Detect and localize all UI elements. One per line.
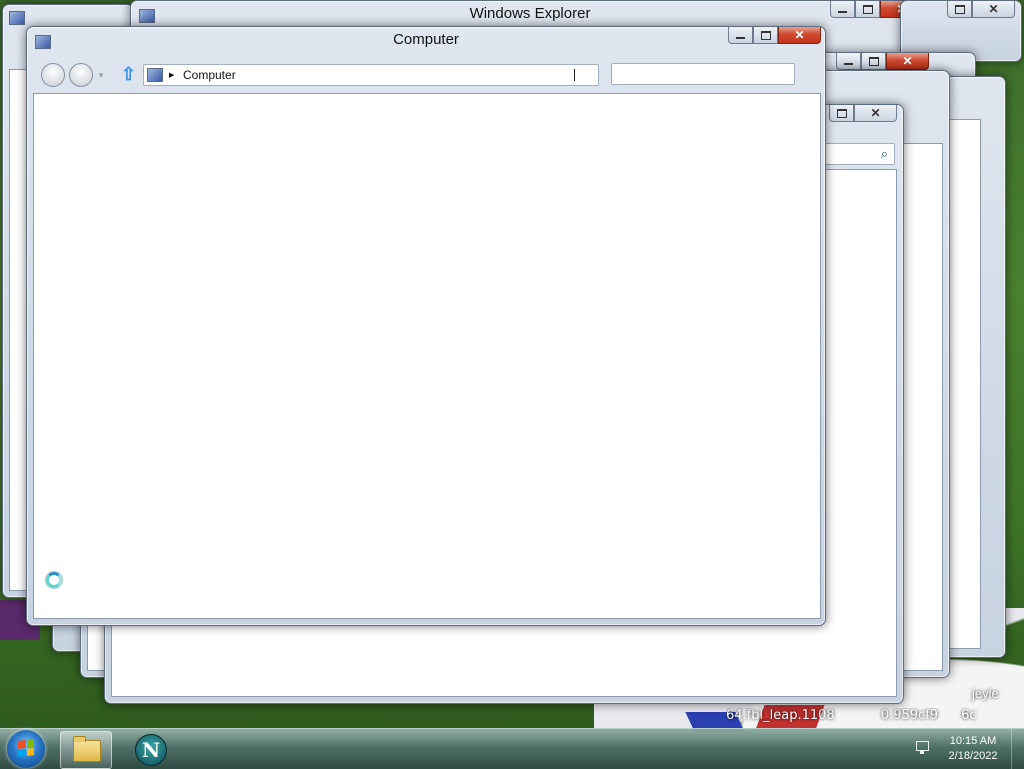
up-arrow-icon: ⇧ — [121, 64, 137, 84]
minimize-icon — [844, 62, 853, 65]
clock-time: 10:15 AM — [949, 735, 997, 747]
show-desktop-button[interactable] — [1011, 729, 1024, 769]
maximize-icon — [862, 4, 873, 14]
breadcrumb-item-computer[interactable]: Computer — [183, 68, 236, 82]
folder-icon — [73, 736, 101, 762]
text-caret — [574, 69, 575, 81]
minimize-icon — [838, 10, 847, 13]
maximize-icon — [954, 4, 965, 14]
minimize-icon — [736, 36, 745, 39]
computer-icon — [147, 68, 163, 82]
wallpaper-text: jeyle — [972, 686, 999, 701]
close-icon: ✕ — [902, 54, 913, 68]
clock[interactable]: 10:15 AM 2/18/2022 — [938, 734, 1008, 764]
minimize-button[interactable] — [836, 53, 861, 70]
close-button[interactable]: ✕ — [886, 53, 929, 70]
busy-spinner-icon — [46, 572, 62, 588]
maximize-icon — [868, 56, 879, 66]
wallpaper-text: 64.fbl_leap.1108xxxxxx0.959cf9xxx6c — [726, 708, 977, 723]
window-app-icon — [9, 11, 25, 25]
taskbar: N 10:15 AM 2/18/2022 — [0, 728, 1024, 769]
windows-logo-icon — [18, 739, 34, 757]
file-list-pane[interactable] — [33, 93, 821, 619]
recent-pages-dropdown[interactable]: ▼ — [97, 71, 105, 80]
breadcrumb-chevron-icon[interactable]: ▶ — [169, 71, 174, 79]
netscape-icon: N — [141, 738, 161, 762]
window-title: Computer — [393, 31, 459, 48]
close-button[interactable]: ✕ — [972, 1, 1015, 18]
network-icon[interactable] — [914, 741, 930, 755]
minimize-button[interactable] — [830, 1, 855, 18]
maximize-button[interactable] — [855, 1, 880, 18]
window-title: Windows Explorer — [469, 5, 591, 22]
close-button[interactable]: ✕ — [854, 105, 897, 122]
search-input[interactable] — [611, 63, 795, 85]
taskbar-button-netscape[interactable]: N — [135, 734, 167, 766]
maximize-button[interactable] — [861, 53, 886, 70]
clock-date: 2/18/2022 — [948, 750, 998, 762]
taskbar-button-explorer[interactable] — [60, 731, 112, 769]
address-bar[interactable]: ▶ Computer — [143, 64, 599, 86]
up-button[interactable]: ⇧ — [121, 65, 136, 83]
search-icon[interactable]: ⌕ — [881, 146, 888, 162]
maximize-icon — [760, 30, 771, 40]
close-button[interactable]: ✕ — [778, 27, 821, 44]
maximize-button[interactable] — [947, 1, 972, 18]
back-button[interactable] — [41, 63, 65, 87]
maximize-icon — [836, 108, 847, 118]
maximize-button[interactable] — [829, 105, 854, 122]
maximize-button[interactable] — [753, 27, 778, 44]
close-icon: ✕ — [870, 106, 881, 120]
forward-button[interactable] — [69, 63, 93, 87]
close-icon: ✕ — [794, 28, 805, 42]
minimize-button[interactable] — [728, 27, 753, 44]
explorer-window-computer[interactable]: Computer ✕ ▼ ⇧ ▶ Computer — [26, 26, 826, 626]
close-icon: ✕ — [988, 2, 999, 16]
start-button[interactable] — [7, 730, 45, 768]
